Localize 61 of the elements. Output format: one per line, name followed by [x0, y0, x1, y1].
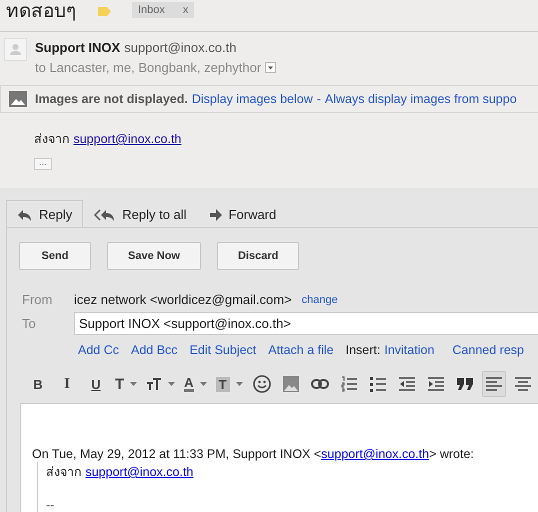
align-center-icon	[514, 377, 531, 391]
font-size-icon	[146, 377, 162, 391]
reply-tab[interactable]: Forward	[198, 200, 288, 228]
from-label: From	[21, 292, 54, 307]
link-icon	[310, 379, 329, 389]
align-left-icon	[486, 377, 502, 391]
insert-link[interactable]: Canned resp	[452, 343, 524, 357]
quote-attribution: On Tue, May 29, 2012 at 11:33 PM, Support INOX <support@inox.co.th> wrote:	[32, 447, 475, 461]
sender-email: support@inox.co.th	[124, 40, 236, 55]
format-button[interactable]: B	[26, 371, 50, 397]
quoted-text: ส่งจาก	[46, 465, 82, 479]
email-link[interactable]: support@inox.co.th	[85, 465, 194, 479]
outdent-icon	[398, 377, 415, 391]
format-button[interactable]: A	[182, 371, 209, 397]
email-link[interactable]: support@inox.co.th	[73, 132, 182, 146]
to-label: To	[21, 316, 37, 331]
always-display-link[interactable]: Always display images from suppo	[324, 92, 517, 106]
reply-icon	[17, 208, 33, 220]
recipients-text: to Lancaster, me, Bongbank, zephythor	[35, 60, 262, 75]
email-subject: ทดสอบๆ	[6, 1, 76, 23]
images-notice-text: Images are not displayed.	[35, 92, 188, 106]
details-dropdown-icon[interactable]	[265, 62, 276, 73]
change-link[interactable]: change	[302, 294, 338, 306]
show-trimmed-button[interactable]: ...	[34, 158, 52, 170]
insert-link[interactable]: Invitation	[384, 343, 434, 357]
remove-label-button[interactable]: x	[182, 4, 188, 16]
format-button[interactable]: I	[55, 371, 79, 397]
format-button[interactable]: U	[84, 371, 108, 397]
action-button[interactable]: Discard	[216, 242, 300, 270]
avatar-icon	[4, 38, 27, 61]
action-button[interactable]: Send	[19, 242, 91, 270]
smiley-icon	[252, 375, 271, 393]
compose-link[interactable]: Add Cc	[78, 343, 119, 357]
to-field[interactable]: Support INOX <support@inox.co.th>	[74, 312, 538, 335]
compose-link[interactable]: Attach a file	[268, 343, 334, 357]
display-images-link[interactable]: Display images below	[192, 92, 313, 106]
sender-name: Support INOX	[35, 40, 120, 55]
bullet-list-icon	[370, 376, 386, 392]
body-text: ส่งจาก	[34, 132, 70, 146]
action-button[interactable]: Save Now	[107, 242, 201, 270]
insert-label: Insert:	[346, 343, 380, 357]
quote-icon	[456, 378, 473, 390]
email-link[interactable]: support@inox.co.th	[321, 447, 430, 461]
separator-text: -	[316, 92, 321, 106]
format-button[interactable]: T	[214, 371, 245, 397]
image-icon	[9, 91, 27, 107]
indent-icon	[428, 377, 444, 391]
reply-tab[interactable]: Reply to all	[83, 200, 198, 228]
label-text[interactable]: Inbox	[138, 4, 165, 16]
message-editor[interactable]: On Tue, May 29, 2012 at 11:33 PM, Support INOX <support@inox.co.th> wrote: ส่งจาก support@inox.co.th --	[20, 403, 538, 512]
format-button[interactable]	[482, 371, 506, 397]
reply-all-icon	[94, 208, 116, 220]
signature-separator: --	[46, 498, 56, 512]
format-button[interactable]: T	[113, 371, 140, 397]
from-address: icez network <worldicez@gmail.com>	[74, 292, 292, 307]
numbered-list-icon	[340, 376, 357, 392]
compose-link[interactable]: Add Bcc	[131, 343, 178, 357]
compose-link[interactable]: Edit Subject	[190, 343, 256, 357]
reply-tab[interactable]: Reply	[6, 200, 84, 228]
image-icon	[282, 376, 299, 392]
arrow-icon	[208, 208, 223, 220]
